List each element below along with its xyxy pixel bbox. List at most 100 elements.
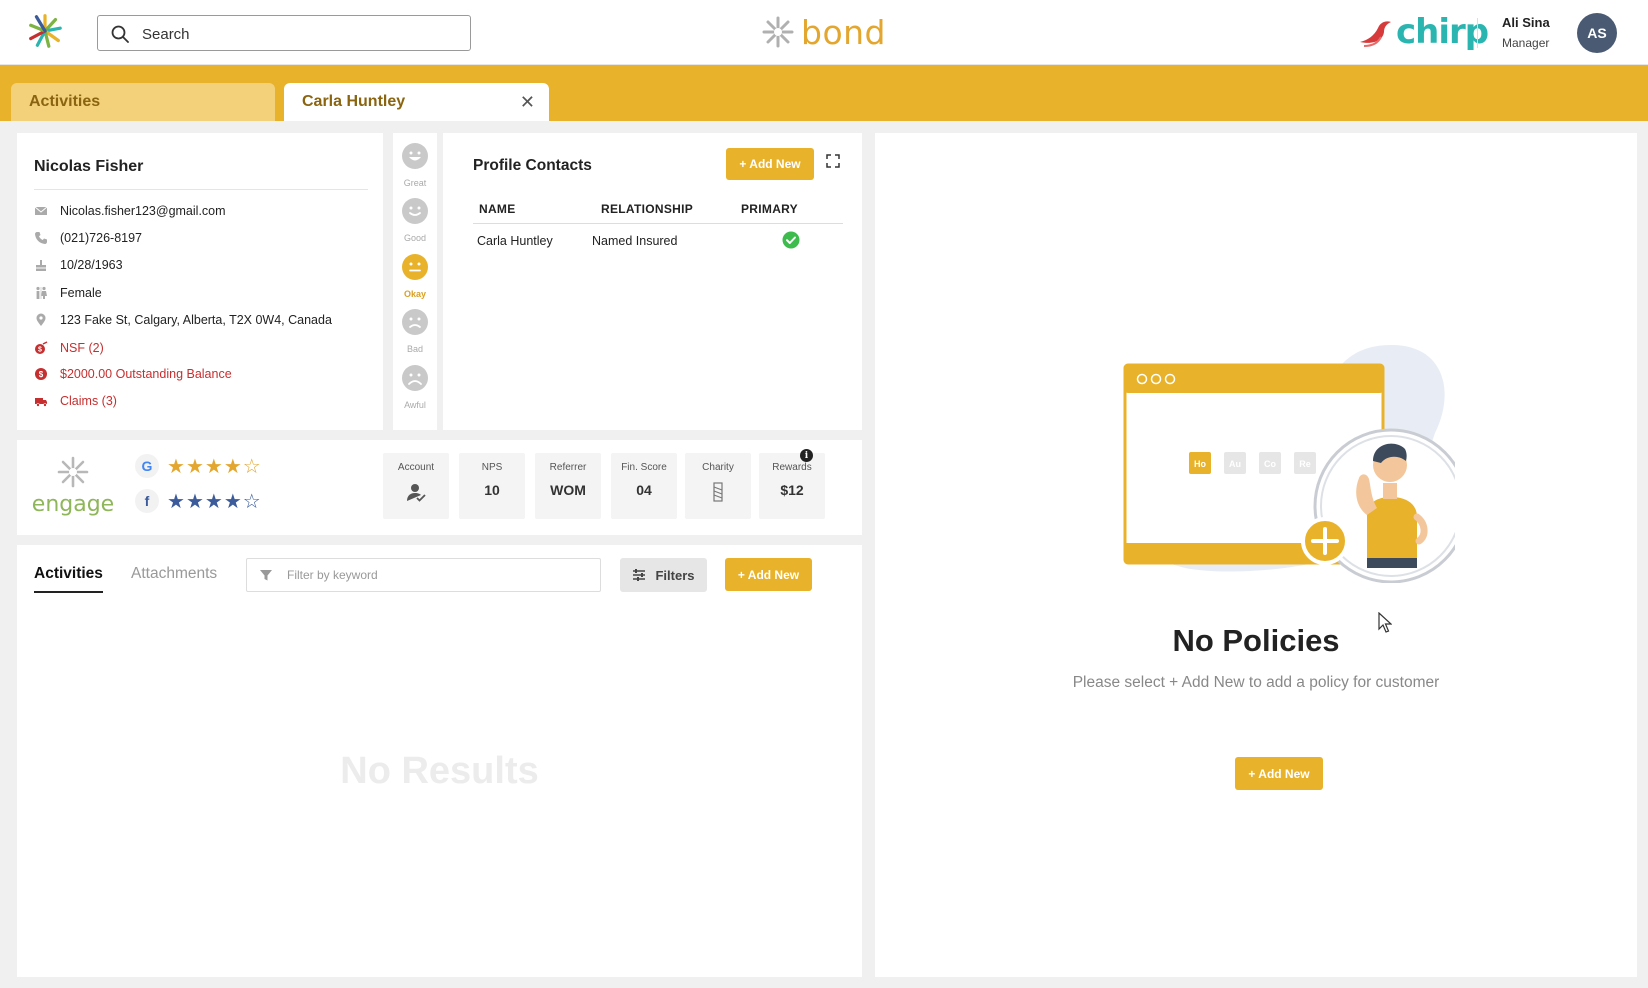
metric-referrer[interactable]: Referrer WOM <box>535 453 601 519</box>
mood-okay[interactable]: Okay <box>393 253 437 299</box>
profile-email[interactable]: Nicolas.fisher123@gmail.com <box>60 204 226 218</box>
engagement-panel: engage G ★★★★☆ f ★★★★☆ Account NPS 10 Re… <box>17 440 862 535</box>
no-policies-title: No Policies <box>1172 623 1340 658</box>
metric-nps[interactable]: NPS 10 <box>459 453 525 519</box>
tab-label: Carla Huntley <box>302 93 406 110</box>
profile-balance[interactable]: $2000.00 Outstanding Balance <box>60 367 232 381</box>
active-tab-indicator <box>34 591 103 593</box>
mood-great[interactable]: Great <box>393 142 437 188</box>
expand-icon[interactable] <box>826 154 840 168</box>
funnel-icon <box>260 570 272 581</box>
filters-label: Filters <box>655 567 695 583</box>
profile-address[interactable]: 123 Fake St, Calgary, Alberta, T2X 0W4, … <box>60 313 332 327</box>
filters-button[interactable]: Filters <box>620 558 707 592</box>
metric-label: Referrer <box>549 462 587 473</box>
partner-name: chirp <box>1396 12 1489 52</box>
profile-nsf[interactable]: NSF (2) <box>60 341 104 355</box>
app-logo-icon[interactable] <box>26 12 64 50</box>
add-contact-button[interactable]: + Add New <box>726 148 814 180</box>
metric-label: Charity <box>702 462 734 473</box>
filled-star-icon: ★ <box>185 489 205 513</box>
user-role: Manager <box>1502 36 1550 50</box>
mouse-cursor-icon <box>1378 612 1392 633</box>
keyword-filter-input[interactable] <box>287 565 587 585</box>
profile-panel: Nicolas Fisher Nicolas.fisher123@gmail.c… <box>17 133 383 430</box>
brand-logo: bond <box>761 12 886 52</box>
column-header-primary[interactable]: PRIMARY <box>741 202 798 216</box>
profile-claims[interactable]: Claims (3) <box>60 394 117 408</box>
add-activity-button[interactable]: + Add New <box>725 558 812 591</box>
activities-panel: Activities Attachments Filters + Add New… <box>17 545 862 977</box>
mood-bad[interactable]: Bad <box>393 308 437 354</box>
filled-star-icon: ★ <box>185 454 205 478</box>
search-input[interactable] <box>142 22 452 46</box>
partner-logo: chirp <box>1358 12 1489 52</box>
close-icon[interactable]: ✕ <box>520 93 535 111</box>
empty-star-icon: ☆ <box>242 454 262 478</box>
empty-star-icon: ☆ <box>242 489 262 513</box>
metric-charity[interactable]: Charity <box>685 453 751 519</box>
filled-star-icon: ★ <box>167 454 186 478</box>
mood-good[interactable]: Good <box>393 197 437 243</box>
metric-label: Account <box>397 462 435 473</box>
profile-contacts-panel: Profile Contacts + Add New NAME RELATION… <box>443 133 862 430</box>
very-sad-face-icon <box>402 365 428 391</box>
mood-label: Okay <box>403 289 427 299</box>
tab-activities[interactable]: Activities <box>11 83 275 121</box>
search-icon <box>111 25 129 43</box>
primary-check-icon <box>782 231 800 249</box>
contact-name[interactable]: Carla Huntley <box>477 234 553 248</box>
mood-selector: Great Good Okay Bad Awful <box>393 133 437 430</box>
google-rating[interactable]: G ★★★★☆ <box>135 454 262 478</box>
search-box[interactable] <box>97 15 471 51</box>
svg-text:G: G <box>142 458 153 474</box>
metric-value: 10 <box>484 482 500 498</box>
metric-value: $12 <box>780 482 804 498</box>
tab-label: Activities <box>29 93 101 110</box>
metric-value: 04 <box>636 482 652 498</box>
dollar-coin-icon: $ <box>35 368 47 380</box>
mood-label: Good <box>403 233 427 243</box>
top-bar: bond chirp Ali Sina Manager AS <box>0 0 1648 65</box>
metric-account[interactable]: Account <box>383 453 449 519</box>
facebook-rating[interactable]: f ★★★★☆ <box>135 489 262 513</box>
avatar[interactable]: AS <box>1577 13 1617 53</box>
info-icon[interactable]: i <box>800 449 813 462</box>
column-header-name[interactable]: NAME <box>479 202 516 216</box>
metric-fin-score[interactable]: Fin. Score 04 <box>611 453 677 519</box>
profile-dob-row: 10/28/1963 <box>34 256 123 274</box>
chip-re: Re <box>1299 459 1311 469</box>
bounced-cheque-icon: $ <box>35 341 48 354</box>
claims-truck-icon <box>35 398 47 407</box>
subtab-activities[interactable]: Activities <box>34 565 103 583</box>
metric-value: WOM <box>550 482 586 498</box>
chip-co: Co <box>1264 459 1276 469</box>
chip-au: Au <box>1229 459 1241 469</box>
mood-awful[interactable]: Awful <box>393 364 437 410</box>
filled-star-icon: ★ <box>223 489 243 513</box>
phone-icon <box>35 232 47 244</box>
profile-gender: Female <box>60 286 102 300</box>
subtab-attachments[interactable]: Attachments <box>131 565 217 583</box>
mood-label: Bad <box>406 344 423 354</box>
tab-carla-huntley[interactable]: Carla Huntley ✕ <box>284 83 549 121</box>
profile-dob: 10/28/1963 <box>60 258 123 272</box>
metric-rewards[interactable]: Rewards $12 <box>759 453 825 519</box>
keyword-filter-box[interactable] <box>246 558 601 592</box>
add-policy-button[interactable]: + Add New <box>1235 757 1323 790</box>
user-name: Ali Sina <box>1502 15 1550 30</box>
mood-label: Awful <box>404 400 426 410</box>
tab-strip: Activities Carla Huntley ✕ <box>0 65 1648 121</box>
chip-ho: Ho <box>1194 459 1206 469</box>
very-happy-face-icon <box>402 143 428 169</box>
facebook-icon: f <box>135 489 159 513</box>
metric-label: Rewards <box>772 462 812 473</box>
profile-email-row: Nicolas.fisher123@gmail.com <box>34 202 226 220</box>
column-header-relationship[interactable]: RELATIONSHIP <box>601 202 693 216</box>
profile-phone[interactable]: (021)726-8197 <box>60 231 142 245</box>
location-pin-icon <box>36 313 46 326</box>
brand-name: bond <box>801 12 886 52</box>
header-divider <box>1477 18 1478 48</box>
sliders-icon <box>633 569 646 581</box>
metric-label: NPS <box>481 462 503 473</box>
